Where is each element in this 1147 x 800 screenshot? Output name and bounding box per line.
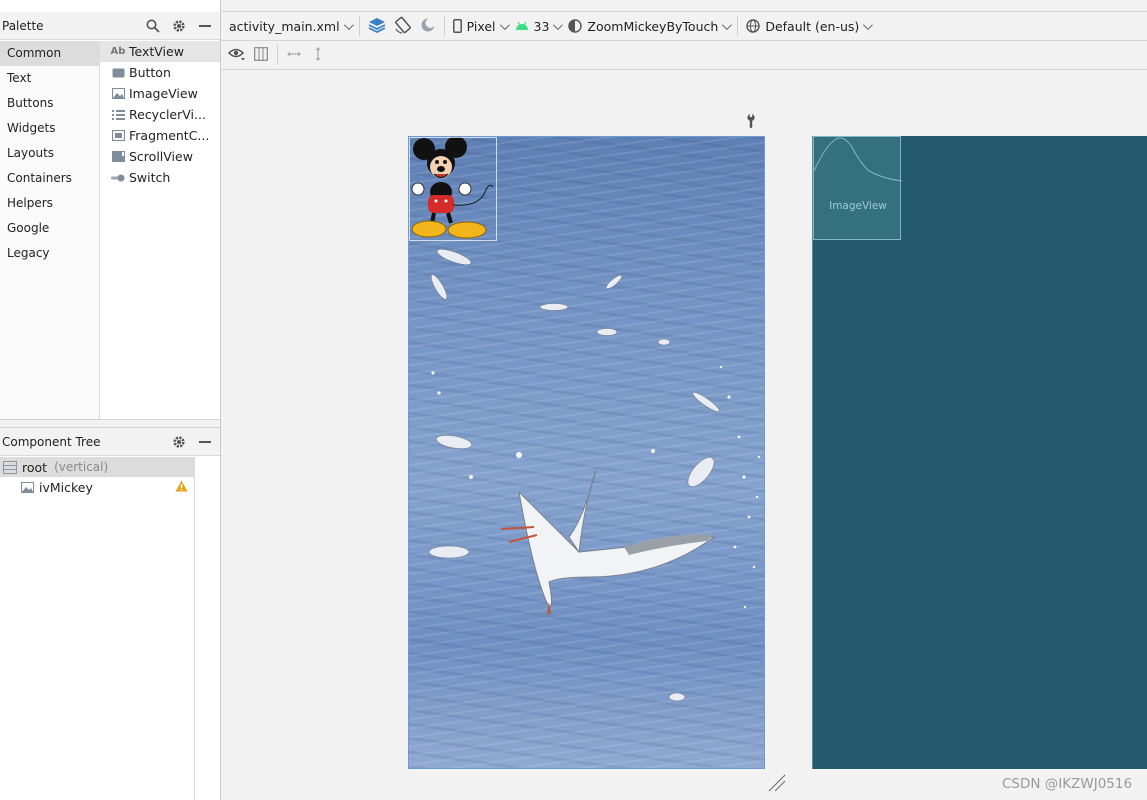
component-tree-header: Component Tree: [0, 428, 220, 456]
palette-category-list: Common Text Buttons Widgets Layouts Cont…: [0, 41, 100, 419]
blueprint-imageview[interactable]: ImageView: [813, 136, 902, 240]
locale-name: Default (en-us): [765, 18, 860, 34]
palette-header: Palette: [0, 12, 220, 40]
palette-title: Palette: [2, 18, 44, 33]
warning-icon[interactable]: [175, 480, 188, 495]
minimize-icon[interactable]: [194, 15, 216, 37]
theme-icon: [568, 19, 583, 33]
textview-icon: Ab: [110, 46, 126, 57]
widget-label: RecyclerVi...: [129, 107, 206, 122]
component-tree-title: Component Tree: [2, 434, 101, 449]
orientation-button[interactable]: [390, 14, 416, 38]
widget-fragmentcontainer[interactable]: FragmentC...: [100, 125, 220, 146]
palette-category[interactable]: Google: [0, 216, 99, 241]
widget-label: FragmentC...: [129, 128, 210, 143]
theme-name: ZoomMickeyByTouch: [587, 18, 719, 34]
vertical-arrows-icon: [313, 46, 323, 65]
eye-icon: [227, 47, 246, 64]
gear-icon[interactable]: [168, 431, 190, 453]
palette-category[interactable]: Common: [0, 41, 99, 66]
search-icon[interactable]: [142, 15, 164, 37]
palette-category[interactable]: Buttons: [0, 91, 99, 116]
api-level: 33: [533, 18, 550, 34]
design-canvas: ImageView CSDN @IKZWJ0516: [221, 70, 1147, 800]
imageview-icon: [111, 88, 125, 100]
widget-button[interactable]: Button: [100, 62, 220, 83]
theme-selector[interactable]: ZoomMickeyByTouch: [564, 14, 733, 38]
blueprint-preview[interactable]: ImageView: [812, 136, 1147, 769]
night-mode-button[interactable]: [416, 14, 440, 38]
component-tree: root (vertical) ivMickey: [0, 457, 195, 800]
tree-node-detail: (vertical): [54, 460, 109, 474]
view-options-toolbar: [221, 41, 1147, 70]
layout-editor-window: Palette Common Text Buttons Widgets Layo…: [0, 0, 1147, 800]
view-options-button[interactable]: [225, 43, 249, 67]
palette-category[interactable]: Widgets: [0, 116, 99, 141]
tree-node-root[interactable]: root (vertical): [0, 457, 194, 477]
toolbar-separator: [443, 16, 445, 36]
switch-icon: [111, 172, 125, 184]
button-icon: [111, 67, 125, 79]
resize-handle-icon[interactable]: [767, 773, 787, 796]
toolbar-separator: [277, 45, 278, 65]
tree-node-ivmickey[interactable]: ivMickey: [0, 477, 194, 497]
palette-widget-list: Ab TextView Button ImageView RecyclerVi.…: [100, 41, 220, 419]
widget-label: Switch: [129, 170, 171, 185]
blueprint-toggle-button[interactable]: [249, 43, 273, 67]
widget-label: TextView: [129, 44, 184, 59]
device-selector[interactable]: Pixel: [449, 14, 511, 38]
imageview-icon: [21, 481, 34, 493]
horizontal-arrows-icon: [286, 48, 302, 62]
widget-label: Button: [129, 65, 171, 80]
palette-category[interactable]: Layouts: [0, 141, 99, 166]
expand-vertical-button[interactable]: [306, 43, 330, 67]
file-name: activity_main.xml: [229, 18, 340, 34]
left-panel: Palette Common Text Buttons Widgets Layo…: [0, 0, 221, 800]
gear-icon[interactable]: [168, 15, 190, 37]
widget-textview[interactable]: Ab TextView: [100, 41, 220, 62]
panel-splitter[interactable]: [0, 419, 220, 428]
editor-toolbar: activity_main.xml Pixel 33 ZoomMickeyByT…: [221, 12, 1147, 41]
palette-category[interactable]: Helpers: [0, 191, 99, 216]
fragmentcontainer-icon: [111, 130, 125, 142]
watermark-text: CSDN @IKZWJ0516: [1002, 776, 1133, 792]
linearlayout-icon: [3, 460, 17, 474]
palette-category[interactable]: Legacy: [0, 241, 99, 266]
globe-icon: [746, 19, 761, 33]
night-mode-icon: [420, 17, 436, 36]
blueprint-imageview-label: ImageView: [829, 200, 887, 212]
widget-imageview[interactable]: ImageView: [100, 83, 220, 104]
file-selector[interactable]: activity_main.xml: [225, 14, 355, 38]
ivmickey-selection-bounds[interactable]: [409, 137, 497, 241]
widget-scrollview[interactable]: ScrollView: [100, 146, 220, 167]
toolbar-separator: [737, 16, 739, 36]
widget-switch[interactable]: Switch: [100, 167, 220, 188]
device-name: Pixel: [466, 18, 496, 34]
blueprint-outline: [814, 137, 902, 182]
locale-selector[interactable]: Default (en-us): [742, 14, 874, 38]
palette-category[interactable]: Text: [0, 66, 99, 91]
design-preview[interactable]: [408, 136, 765, 769]
widget-label: ScrollView: [129, 149, 193, 164]
api-level-selector[interactable]: 33: [511, 14, 565, 38]
columns-icon: [254, 46, 268, 64]
design-surface-button[interactable]: [364, 14, 390, 38]
recyclerview-icon: [111, 109, 125, 121]
android-icon: [515, 21, 529, 31]
expand-horizontal-button[interactable]: [282, 43, 306, 67]
tree-node-label: ivMickey: [39, 479, 93, 495]
phone-icon: [452, 19, 462, 33]
widget-recyclerview[interactable]: RecyclerVi...: [100, 104, 220, 125]
widget-label: ImageView: [129, 86, 198, 101]
toolbar-separator: [358, 16, 360, 36]
layers-icon: [368, 17, 386, 36]
rotate-icon: [394, 16, 412, 37]
wrench-icon[interactable]: [745, 113, 757, 132]
scrollview-icon: [111, 151, 125, 163]
minimize-icon[interactable]: [194, 431, 216, 453]
tree-node-label: root: [22, 459, 48, 475]
palette-category[interactable]: Containers: [0, 166, 99, 191]
